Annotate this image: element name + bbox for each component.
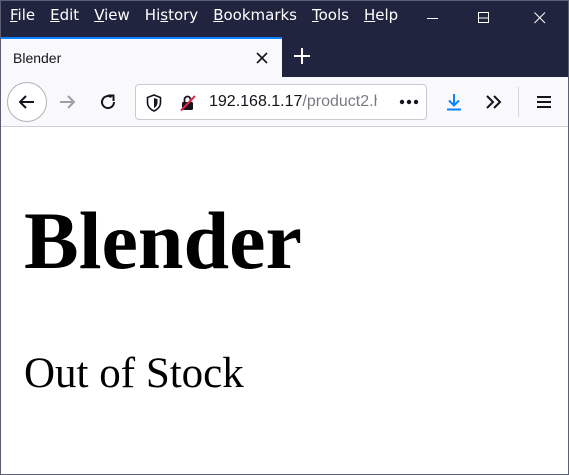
- url-text[interactable]: 192.168.1.17/product2.h: [209, 85, 377, 119]
- url-path: /product2.h: [302, 93, 377, 110]
- download-icon: [447, 94, 461, 111]
- forward-button[interactable]: [47, 82, 87, 122]
- menu-view[interactable]: View: [94, 1, 130, 29]
- minimize-control[interactable]: [407, 1, 459, 35]
- url-host: 192.168.1.17: [209, 93, 303, 110]
- close-icon: [534, 12, 546, 24]
- menu-edit[interactable]: Edit: [50, 1, 79, 29]
- site-info-button[interactable]: [178, 93, 198, 113]
- back-button[interactable]: [7, 82, 47, 122]
- reload-icon: [101, 94, 116, 110]
- overflow-menu-button[interactable]: [474, 82, 514, 122]
- stock-status: Out of Stock: [24, 350, 244, 397]
- url-bar[interactable]: 192.168.1.17/product2.h: [135, 84, 427, 120]
- close-control[interactable]: [514, 1, 566, 35]
- toolbar-separator: [518, 87, 519, 117]
- menu-file[interactable]: File: [10, 1, 35, 29]
- menu-bookmarks[interactable]: Bookmarks: [213, 1, 297, 29]
- menu-bar: File Edit View History Bookmarks Tools H…: [1, 1, 413, 29]
- close-icon: [256, 52, 268, 64]
- tab-strip: Blender: [1, 35, 568, 77]
- tab-close-button[interactable]: [250, 46, 274, 70]
- shield-icon: [146, 94, 162, 112]
- hamburger-icon: [537, 96, 551, 108]
- new-tab-button[interactable]: [287, 41, 317, 71]
- tracking-protection-button[interactable]: [144, 93, 164, 113]
- menu-help[interactable]: Help: [364, 1, 398, 29]
- plus-icon: [294, 48, 310, 64]
- minimize-icon: [427, 18, 438, 19]
- maximize-control[interactable]: [458, 1, 510, 35]
- page-actions-button[interactable]: [394, 89, 424, 115]
- insecure-lock-icon: [180, 95, 196, 112]
- menu-tools[interactable]: Tools: [312, 1, 349, 29]
- menu-history[interactable]: History: [145, 1, 198, 29]
- arrow-left-icon: [19, 95, 34, 109]
- tab-blender[interactable]: Blender: [1, 37, 282, 77]
- page-content: Blender Out of Stock: [1, 128, 568, 474]
- app-menu-button[interactable]: [524, 82, 564, 122]
- maximize-icon: [478, 12, 489, 23]
- browser-window: File Edit View History Bookmarks Tools H…: [0, 0, 569, 475]
- ellipsis-icon: [399, 99, 419, 105]
- arrow-right-icon: [60, 95, 75, 109]
- reload-button[interactable]: [88, 82, 128, 122]
- double-chevron-icon: [486, 95, 502, 109]
- navigation-toolbar: 192.168.1.17/product2.h: [1, 77, 568, 127]
- product-title: Blender: [24, 195, 302, 286]
- tab-title: Blender: [13, 50, 62, 66]
- downloads-button[interactable]: [434, 82, 474, 122]
